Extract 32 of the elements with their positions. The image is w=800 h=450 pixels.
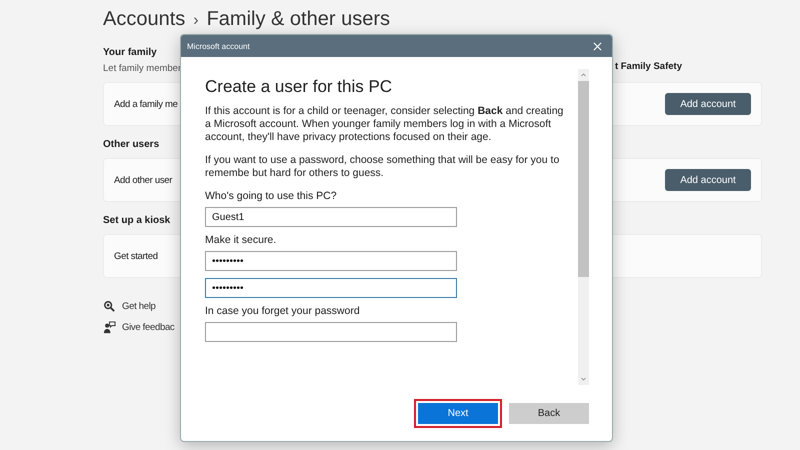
input-field[interactable]: Guest1 [205, 207, 457, 227]
feedback-icon [103, 321, 116, 334]
close-icon[interactable] [593, 42, 602, 50]
add-account-button[interactable]: Add account [665, 93, 751, 115]
family-safety-link[interactable]: t Family Safety [614, 61, 682, 74]
dialog-title: Microsoft account [187, 42, 250, 50]
help-link[interactable]: Give feedbac [122, 322, 174, 333]
info-paragraph: If you want to use a password, choose something that will be easy for you to remembe but hard for others to guess. [205, 154, 560, 180]
breadcrumb-separator: › [193, 12, 199, 30]
field-label: Make it secure. [205, 234, 278, 246]
help-icon [103, 300, 116, 313]
section-heading: Other users [103, 139, 160, 150]
add-account-button[interactable]: Add account [665, 169, 751, 191]
field-label: Who's going to use this PC? [205, 190, 338, 202]
breadcrumb-link[interactable]: Accounts [103, 8, 186, 31]
card-label: Add other user [114, 174, 172, 186]
section-heading: Your family [103, 47, 157, 58]
card-label: Get started [114, 250, 158, 262]
field-label: In case you forget your password [205, 305, 361, 317]
section-description: Let family member [103, 63, 182, 74]
page-title: Family & other users [206, 8, 390, 31]
card-label: Add a family me [114, 98, 178, 110]
input-field[interactable] [205, 322, 457, 342]
section-heading: Set up a kiosk [103, 215, 170, 226]
next-button[interactable]: Next [418, 403, 498, 424]
scrollbar[interactable] [578, 69, 589, 385]
info-paragraph: If this account is for a child or teenager, consider selecting Back and creating a Microsoft account. When younger family members log in with a Microsoft account, they'll have privacy protections focused on their age. [205, 105, 564, 144]
dialog-heading: Create a user for this PC [205, 77, 394, 97]
back-button[interactable]: Back [509, 403, 589, 424]
input-field[interactable]: ••••••••• [205, 251, 457, 271]
help-link[interactable]: Get help [122, 301, 156, 312]
input-field[interactable]: ••••••••• [205, 278, 457, 298]
